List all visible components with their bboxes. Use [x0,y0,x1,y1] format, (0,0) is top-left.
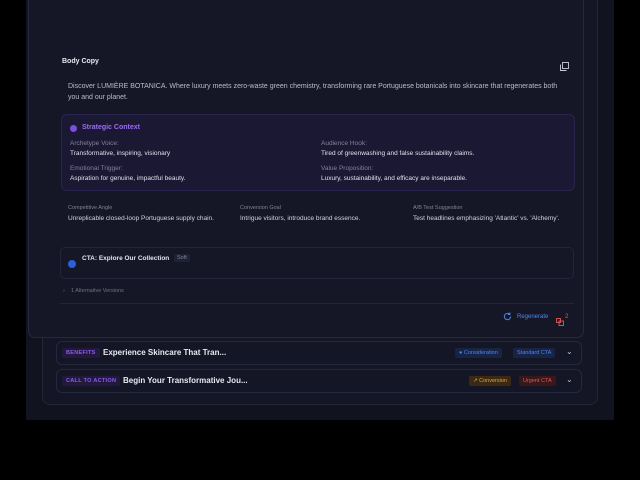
chevron-down-icon[interactable]: ⌄ [566,375,573,384]
strategic-context-icon [70,125,77,132]
section-tag: CALL TO ACTION [62,376,121,386]
strategic-context-title: Strategic Context [82,124,140,131]
alternatives-chevron-icon[interactable]: › [63,288,65,294]
flag-icon[interactable] [556,313,564,331]
archetype-label: Archetype Voice: [70,140,119,147]
ab-test-label: A/B Test Suggestion [413,205,463,211]
competitive-value: Unreplicable closed-loop Portuguese supp… [68,215,214,222]
emotional-label: Emotional Trigger: [70,165,123,172]
refresh-icon[interactable] [503,312,512,323]
cta-strength-badge: Soft [174,254,190,262]
cta-type-badge: Urgent CTA [519,376,556,386]
chevron-down-icon[interactable]: ⌄ [566,347,573,356]
body-copy-title: Body Copy [62,58,99,65]
body-copy-text: Discover LUMIÈRE BOTANICA. Where luxury … [68,83,558,101]
audience-label: Audience Hook: [321,140,367,147]
cta-box[interactable] [60,247,574,279]
regenerate-button[interactable]: Regenerate [517,314,548,320]
section-tag: BENEFITS [62,348,100,358]
funnel-stage-badge: ● Consideration [455,348,502,358]
ab-test-value: Test headlines emphasizing 'Atlantic' vs… [413,215,560,222]
funnel-stage-badge: ↗ Conversion [469,376,511,386]
divider [60,303,574,304]
emotional-value: Aspiration for genuine, impactful beauty… [70,175,186,182]
cta-text: CTA: Explore Our Collection [82,255,170,262]
archetype-value: Transformative, inspiring, visionary [70,150,171,157]
alternatives-toggle[interactable]: 1 Alternative Versions [71,288,124,294]
competitive-label: Competitive Angle [68,205,113,211]
conversion-label: Conversion Goal [240,205,281,211]
value-prop-value: Luxury, sustainability, and efficacy are… [321,175,467,182]
cta-indicator-icon [68,260,76,268]
cta-type-badge: Standard CTA [513,348,556,358]
copy-icon[interactable] [560,58,569,71]
audience-value: Tired of greenwashing and false sustaina… [321,150,475,157]
section-title: Begin Your Transformative Jou... [123,376,248,385]
value-prop-label: Value Proposition: [321,165,374,172]
flag-count: 2 [565,314,569,320]
conversion-value: Intrigue visitors, introduce brand essen… [240,215,361,222]
section-title: Experience Skincare That Tran... [103,348,227,357]
